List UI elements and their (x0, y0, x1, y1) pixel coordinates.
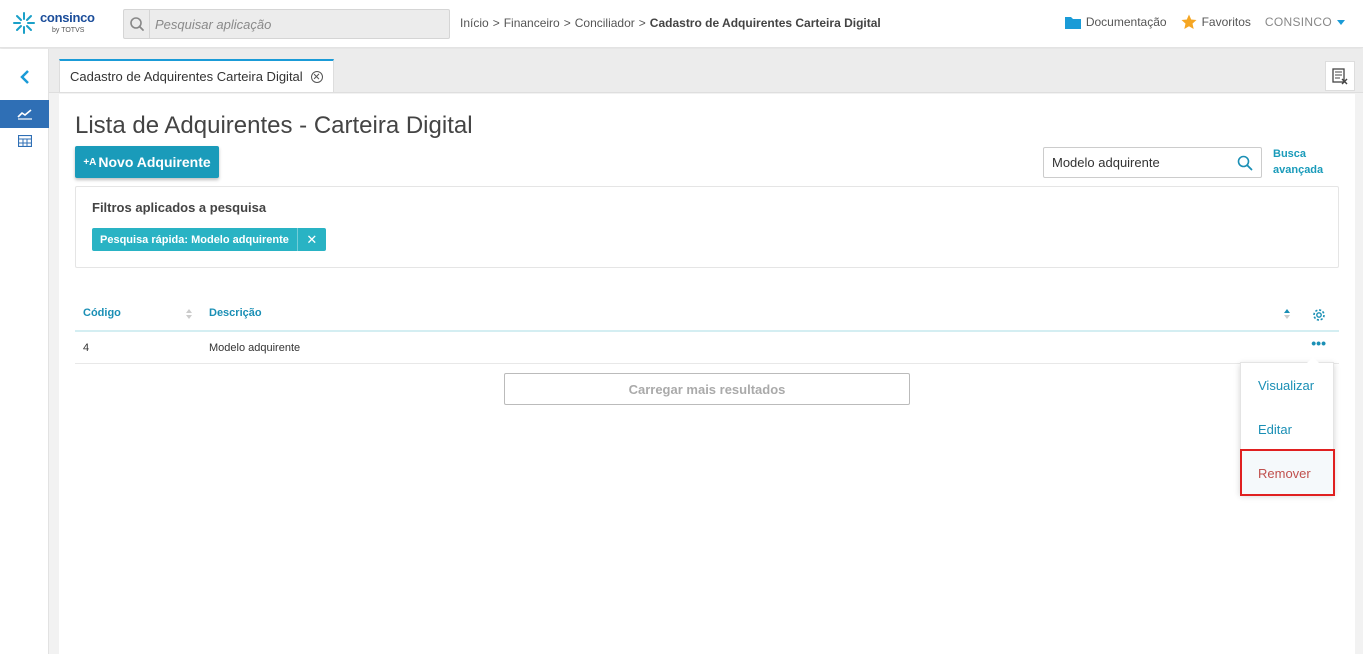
left-rail (0, 49, 49, 654)
add-icon: +A (83, 156, 97, 168)
breadcrumb-separator: > (638, 16, 646, 30)
collapse-menu-button[interactable] (0, 63, 49, 91)
favorites-label: Favoritos (1201, 15, 1251, 29)
rail-item-dashboard[interactable] (0, 100, 49, 128)
main-panel: Lista de Adquirentes - Carteira Digital … (59, 94, 1355, 654)
user-menu[interactable]: CONSINCO (1265, 15, 1345, 29)
rail-item-table[interactable] (0, 128, 49, 154)
clear-cache-button[interactable] (1325, 61, 1355, 91)
tab-label: Cadastro de Adquirentes Carteira Digital (70, 69, 303, 84)
consinco-logo[interactable]: consinco by TOTVS (12, 9, 102, 41)
breadcrumb-separator: > (492, 16, 500, 30)
folder-icon (1064, 17, 1081, 29)
logo-star-icon (13, 12, 35, 34)
table-header: Código Descrição (75, 300, 1339, 332)
line-chart-icon (16, 109, 32, 120)
highlight-annotation (1240, 449, 1335, 496)
star-icon (1181, 14, 1197, 29)
chevron-left-icon (19, 70, 29, 84)
column-header-descricao[interactable]: Descrição (209, 307, 262, 319)
documentation-label: Documentação (1085, 15, 1167, 29)
breadcrumb-current: Cadastro de Adquirentes Carteira Digital (649, 16, 881, 30)
search-icon[interactable] (1237, 155, 1253, 171)
page-title: Lista de Adquirentes - Carteira Digital (75, 112, 473, 139)
top-right-actions: Documentação Favoritos CONSINCO (1051, 14, 1345, 30)
new-acquirer-label: Novo Adquirente (98, 154, 211, 170)
breadcrumb-conciliador[interactable]: Conciliador (575, 16, 635, 30)
cell-descricao: Modelo adquirente (209, 342, 301, 354)
menu-item-visualizar[interactable]: Visualizar (1241, 363, 1335, 407)
search-icon (124, 10, 150, 38)
chevron-down-icon (1337, 19, 1345, 25)
column-header-codigo[interactable]: Código (83, 307, 121, 319)
user-label: CONSINCO (1264, 15, 1332, 29)
document-clear-icon (1332, 68, 1348, 85)
row-actions-icon[interactable]: ••• (1311, 335, 1326, 351)
applied-filters-panel: Filtros aplicados a pesquisa Pesquisa rá… (75, 186, 1339, 268)
load-more-button[interactable]: Carregar mais resultados (504, 373, 910, 405)
tab-cadastro-adquirentes[interactable]: Cadastro de Adquirentes Carteira Digital (59, 59, 334, 92)
advanced-search-link[interactable]: Busca avançada (1273, 146, 1333, 178)
table-row[interactable]: 4 Modelo adquirente ••• (75, 332, 1339, 364)
filter-chip-label: Pesquisa rápida: Modelo adquirente (100, 233, 289, 246)
app-search-box (123, 9, 450, 39)
cell-codigo: 4 (83, 342, 90, 354)
sort-ascending-icon[interactable] (1284, 309, 1290, 319)
close-tab-icon[interactable] (310, 70, 323, 83)
top-bar: consinco by TOTVS Início>Financeiro>Conc… (0, 0, 1363, 48)
app-search-input[interactable] (155, 15, 435, 33)
gear-icon[interactable] (1312, 308, 1326, 322)
filter-chip: Pesquisa rápida: Modelo adquirente ✕ (92, 228, 326, 251)
breadcrumb-financeiro[interactable]: Financeiro (504, 16, 560, 30)
menu-item-editar[interactable]: Editar (1241, 407, 1335, 451)
breadcrumb-separator: > (563, 16, 571, 30)
quick-search-input[interactable] (1052, 155, 1232, 170)
table-icon (17, 135, 32, 147)
new-acquirer-button[interactable]: +A Novo Adquirente (75, 146, 219, 178)
tab-bar: Cadastro de Adquirentes Carteira Digital (49, 49, 1363, 93)
breadcrumb-inicio[interactable]: Início (460, 16, 489, 30)
logo-sub-text: by TOTVS (52, 27, 85, 34)
remove-filter-icon[interactable]: ✕ (296, 228, 326, 251)
documentation-link[interactable]: Documentação (1064, 15, 1167, 29)
breadcrumb: Início > Financeiro > Conciliador > Cadastro d… (460, 16, 881, 30)
acquirers-table: Código Descrição 4 Modelo adquirente ••• (75, 300, 1339, 364)
filters-title: Filtros aplicados a pesquisa (92, 200, 267, 215)
sort-icon[interactable] (186, 309, 192, 319)
favorites-link[interactable]: Favoritos (1181, 14, 1251, 30)
logo-brand-text: consinco (40, 10, 95, 25)
quick-search-box (1043, 147, 1262, 178)
